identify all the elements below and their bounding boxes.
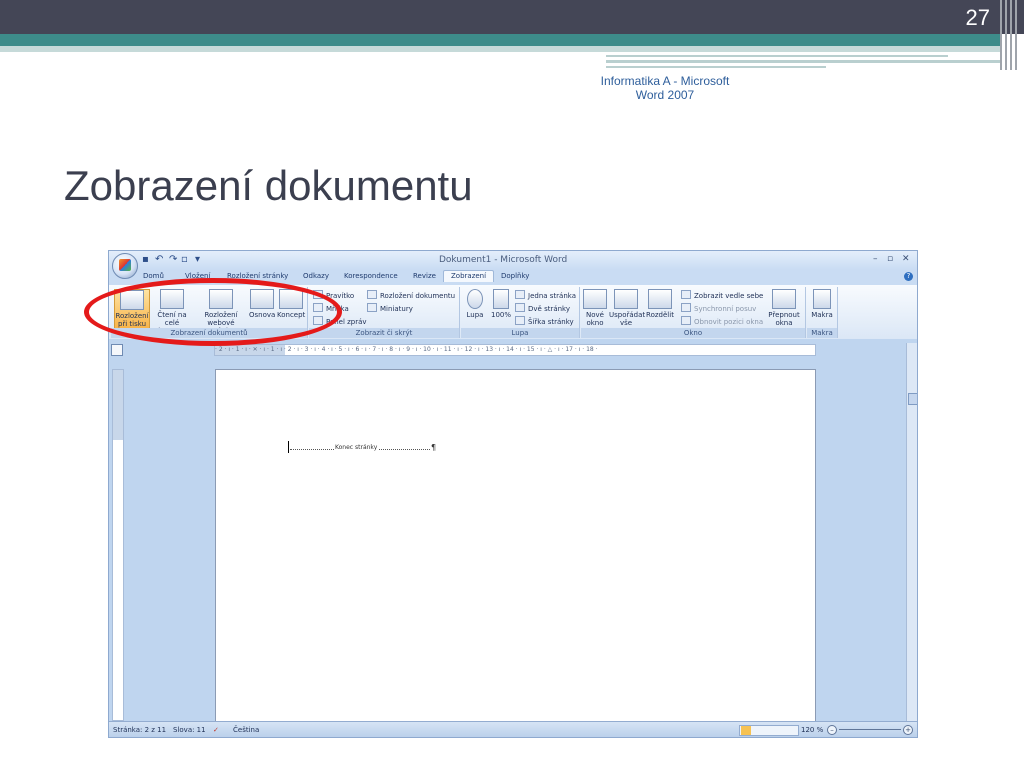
zoom-in-icon[interactable]: + <box>903 725 913 735</box>
synchronous-scrolling-button[interactable]: Synchronní posuv <box>681 303 756 313</box>
ruler-ticks: · 2 · ı · 1 · ı · ✕ · ı · 1 · ı · 2 · ı … <box>215 346 598 353</box>
office-logo-icon <box>119 259 131 271</box>
macros-button[interactable]: Makra <box>809 289 835 319</box>
two-pages-button[interactable]: Dvě stránky <box>515 303 570 313</box>
group-zoom: Lupa 100% Jedna stránka Dvě stránky Šířk… <box>461 287 580 338</box>
status-language[interactable]: Čeština <box>233 726 259 734</box>
vertical-scrollbar[interactable] <box>906 343 917 721</box>
view-shortcuts[interactable] <box>739 725 799 736</box>
thumbnails-checkbox[interactable]: Miniatury <box>367 303 413 313</box>
group-label: Lupa <box>461 328 579 338</box>
page-break-label: Konec stránky <box>334 444 379 451</box>
document-map-checkbox[interactable]: Rozložení dokumentu <box>367 290 455 300</box>
page-width-button[interactable]: Šířka stránky <box>515 316 574 326</box>
switch-windows-button[interactable]: Přepnout okna <box>767 289 801 327</box>
help-icon[interactable]: ? <box>904 272 913 281</box>
reset-window-position-button[interactable]: Obnovit pozici okna <box>681 316 763 326</box>
slide-title: Zobrazení dokumentu <box>64 162 473 209</box>
decor-line <box>606 60 1000 63</box>
highlight-ellipse <box>84 278 342 346</box>
zoom-100-button[interactable]: 100% <box>489 289 513 319</box>
customize-toolbar-icon[interactable]: ▾ <box>195 254 200 265</box>
proofing-icon[interactable]: ✓ <box>213 726 219 734</box>
decor-vertical-lines <box>1000 0 1018 70</box>
minimize-icon[interactable]: – <box>873 254 878 264</box>
undo-icon[interactable]: ↶ <box>155 254 163 265</box>
zoom-level[interactable]: 120 % <box>801 726 823 734</box>
redo-icon[interactable]: ↷ <box>169 254 177 265</box>
decor-line <box>606 55 948 57</box>
office-button[interactable] <box>112 253 138 279</box>
vertical-ruler[interactable] <box>112 369 124 721</box>
tab-korespondence[interactable]: Korespondence <box>344 272 398 280</box>
tab-odkazy[interactable]: Odkazy <box>303 272 329 280</box>
horizontal-ruler[interactable]: · 2 · ı · 1 · ı · ✕ · ı · 1 · ı · 2 · ı … <box>214 344 816 356</box>
tab-selector-button[interactable] <box>111 344 123 356</box>
status-words[interactable]: Slova: 11 <box>173 726 206 734</box>
split-button[interactable]: Rozdělit <box>645 289 675 319</box>
group-window: Nové okno Uspořádat vše Rozdělit Zobrazi… <box>581 287 806 338</box>
arrange-all-button[interactable]: Uspořádat vše <box>609 289 645 327</box>
light-teal-band <box>0 46 1000 52</box>
page-break-marker: Konec stránky ¶ <box>290 443 437 454</box>
decor-line <box>606 66 826 68</box>
restore-icon[interactable]: ▫ <box>887 254 893 264</box>
group-macros: Makra Makra <box>807 287 838 338</box>
slide-header: Informatika A - Microsoft Word 2007 <box>600 74 730 102</box>
save-icon[interactable]: ▪ <box>142 254 149 265</box>
slide-top-bar <box>0 0 1024 34</box>
window-title: Dokument1 - Microsoft Word <box>439 255 568 265</box>
close-icon[interactable]: ✕ <box>902 254 910 264</box>
view-side-by-side-button[interactable]: Zobrazit vedle sebe <box>681 290 763 300</box>
print-preview-icon[interactable]: ▫ <box>181 254 188 265</box>
new-window-button[interactable]: Nové okno <box>583 289 607 327</box>
one-page-button[interactable]: Jedna stránka <box>515 290 576 300</box>
group-label: Okno <box>581 328 805 338</box>
status-page[interactable]: Stránka: 2 z 11 <box>113 726 166 734</box>
pilcrow: ¶ <box>431 443 437 452</box>
group-label: Makra <box>807 328 837 338</box>
tab-domu[interactable]: Domů <box>143 272 164 280</box>
status-bar: Stránka: 2 z 11 Slova: 11 ✓ Čeština 120 … <box>109 721 917 737</box>
group-label: Zobrazit či skrýt <box>309 328 459 338</box>
title-bar: ▪ ↶ ↷ ▫ ▾ Dokument1 - Microsoft Word – ▫… <box>109 251 917 270</box>
document-page[interactable]: Konec stránky ¶ <box>215 369 816 723</box>
scroll-thumb[interactable] <box>908 393 917 405</box>
zoom-button[interactable]: Lupa <box>463 289 487 319</box>
teal-band <box>0 34 1000 46</box>
tab-zobrazeni[interactable]: Zobrazení <box>443 270 495 282</box>
zoom-out-icon[interactable]: – <box>827 725 837 735</box>
tab-revize[interactable]: Revize <box>413 272 436 280</box>
zoom-slider[interactable] <box>839 729 901 730</box>
slide-number: 27 <box>965 5 990 30</box>
text-cursor <box>288 441 289 453</box>
tab-doplnky[interactable]: Doplňky <box>501 272 529 280</box>
